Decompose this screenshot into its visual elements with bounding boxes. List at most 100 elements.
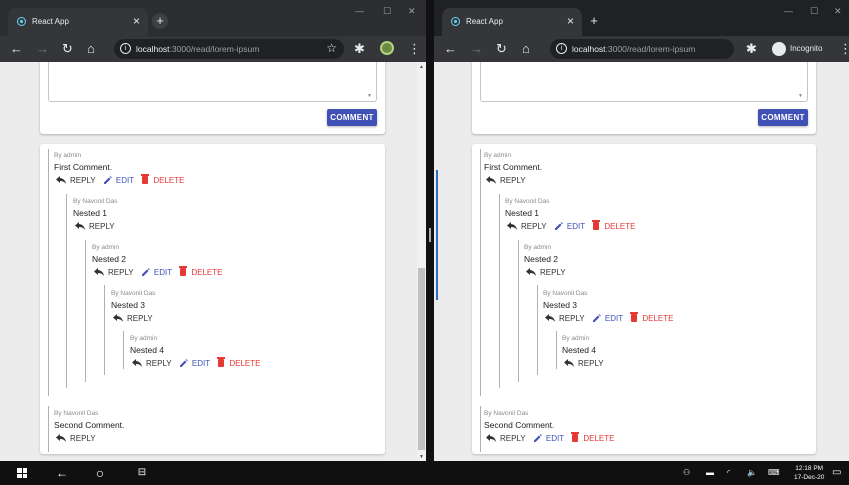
reply-button[interactable]: REPLY xyxy=(94,267,134,277)
edit-button[interactable]: EDIT xyxy=(592,313,623,323)
reply-button[interactable]: REPLY xyxy=(507,221,547,231)
task-view-icon[interactable]: ⊟ xyxy=(132,461,152,485)
reply-icon xyxy=(113,314,123,323)
reply-button[interactable]: REPLY xyxy=(486,175,526,185)
edit-button[interactable]: EDIT xyxy=(141,267,172,277)
reply-button[interactable]: REPLY xyxy=(132,358,172,368)
comments-card: By admin First Comment. REPLY By Navonil… xyxy=(472,144,816,454)
reply-button[interactable]: REPLY xyxy=(56,433,96,443)
reply-button[interactable]: REPLY xyxy=(526,267,566,277)
system-clock[interactable]: 12:18 PM 17-Dec-20 xyxy=(794,464,824,482)
back-icon[interactable]: ← xyxy=(444,41,457,57)
cortana-search-icon[interactable]: ○ xyxy=(90,461,110,485)
pencil-icon xyxy=(179,359,188,368)
reload-icon[interactable]: ↻ xyxy=(62,41,73,57)
site-info-icon[interactable]: i xyxy=(120,43,131,54)
reload-icon[interactable]: ↻ xyxy=(496,41,507,57)
menu-icon[interactable]: ⋮ xyxy=(408,41,421,57)
reply-button[interactable]: REPLY xyxy=(486,433,526,443)
reply-button[interactable]: REPLY xyxy=(564,358,604,368)
comment-text: First Comment. xyxy=(54,162,113,172)
resize-arrow-icon: ▼ xyxy=(367,93,372,99)
edit-button[interactable]: EDIT xyxy=(554,221,585,231)
minimize-icon[interactable]: — xyxy=(784,6,793,16)
tab-close-icon[interactable]: × xyxy=(133,14,140,28)
windows-taskbar: ← ○ ⊟ ⚇ ▬ ◜ 🔈 ⌨ 12:18 PM 17-Dec-20 ▭ xyxy=(0,461,849,485)
comment-text: Nested 4 xyxy=(562,345,597,355)
comment-author: By Navonil Das xyxy=(73,198,118,205)
profile-avatar[interactable] xyxy=(380,41,394,55)
incognito-label: Incognito xyxy=(790,44,823,53)
maximize-icon[interactable]: ☐ xyxy=(383,6,391,17)
wifi-icon[interactable]: ◜ xyxy=(727,461,730,485)
forward-icon[interactable]: → xyxy=(36,41,49,57)
comment-button[interactable]: COMMENT xyxy=(758,109,808,126)
delete-button[interactable]: DELETE xyxy=(592,220,635,231)
comment-actions: REPLY xyxy=(75,221,115,233)
comment-text: Nested 1 xyxy=(505,208,540,218)
back-icon[interactable]: ← xyxy=(10,41,23,57)
snap-divider[interactable] xyxy=(426,0,434,461)
forward-icon[interactable]: → xyxy=(470,41,483,57)
edit-button[interactable]: EDIT xyxy=(179,358,210,368)
delete-button[interactable]: DELETE xyxy=(179,266,222,277)
home-icon[interactable]: ⌂ xyxy=(87,41,95,57)
delete-button[interactable]: DELETE xyxy=(217,357,260,368)
comment-textarea[interactable]: ▼ xyxy=(48,62,377,102)
reply-icon xyxy=(564,359,574,368)
people-icon[interactable]: ⚇ xyxy=(683,461,690,485)
close-window-icon[interactable]: ✕ xyxy=(408,6,416,17)
incognito-badge[interactable]: Incognito xyxy=(768,39,832,59)
reply-button[interactable]: REPLY xyxy=(75,221,115,231)
notifications-icon[interactable]: ▭ xyxy=(832,461,841,485)
edit-button[interactable]: EDIT xyxy=(103,175,134,185)
maximize-icon[interactable]: ☐ xyxy=(810,6,818,17)
comment-actions: REPLY EDIT DELETE xyxy=(545,312,673,325)
volume-icon[interactable]: 🔈 xyxy=(747,461,757,485)
close-window-icon[interactable]: ✕ xyxy=(834,6,842,17)
trash-icon xyxy=(179,266,188,277)
comment-author: By admin xyxy=(92,244,120,251)
delete-button[interactable]: DELETE xyxy=(630,312,673,323)
thread-line xyxy=(499,194,500,388)
extensions-icon[interactable]: ✱ xyxy=(746,41,757,57)
scroll-up-icon[interactable]: ▲ xyxy=(419,64,424,70)
new-tab-button[interactable]: + xyxy=(586,13,602,29)
new-tab-button[interactable]: + xyxy=(152,13,168,29)
reply-button[interactable]: REPLY xyxy=(545,313,585,323)
reply-button[interactable]: REPLY xyxy=(56,175,96,185)
address-bar[interactable]: i localhost:3000/read/lorem-ipsum ☆ xyxy=(550,39,756,59)
reply-icon xyxy=(56,176,66,185)
edit-button[interactable]: EDIT xyxy=(533,433,564,443)
site-info-icon[interactable]: i xyxy=(556,43,567,54)
comment-button[interactable]: COMMENT xyxy=(327,109,377,126)
comment-actions: REPLY xyxy=(564,358,604,370)
trash-icon xyxy=(571,432,580,443)
reply-icon xyxy=(132,359,142,368)
browser-tab[interactable]: React App × xyxy=(8,8,148,36)
window-accent xyxy=(436,170,438,300)
divider-handle[interactable] xyxy=(429,228,431,242)
scroll-down-icon[interactable]: ▼ xyxy=(419,454,424,460)
back-icon[interactable]: ← xyxy=(52,461,72,485)
home-icon[interactable]: ⌂ xyxy=(522,41,530,57)
reply-button[interactable]: REPLY xyxy=(113,313,153,323)
page-scrollbar[interactable]: ▲ ▼ xyxy=(417,62,426,461)
windows-start-icon[interactable] xyxy=(17,468,27,478)
battery-icon[interactable]: ▬ xyxy=(706,461,714,485)
keyboard-icon[interactable]: ⌨ xyxy=(768,461,780,485)
delete-button[interactable]: DELETE xyxy=(141,174,184,185)
minimize-icon[interactable]: — xyxy=(355,6,364,16)
address-bar[interactable]: i localhost:3000/read/lorem-ipsum ☆ xyxy=(114,39,344,59)
comment-author: By Navonil Das xyxy=(54,410,99,417)
browser-tab[interactable]: React App × xyxy=(442,8,582,36)
menu-icon[interactable]: ⋮ xyxy=(839,41,849,57)
comment-textarea[interactable]: ▼ xyxy=(480,62,808,102)
comment-form-card: ▼ COMMENT xyxy=(472,62,816,134)
delete-button[interactable]: DELETE xyxy=(571,432,614,443)
extensions-icon[interactable]: ✱ xyxy=(354,41,365,57)
tab-close-icon[interactable]: × xyxy=(567,14,574,28)
scroll-thumb[interactable] xyxy=(418,268,425,450)
bookmark-star-icon[interactable]: ☆ xyxy=(326,41,337,55)
thread-line xyxy=(104,285,105,375)
